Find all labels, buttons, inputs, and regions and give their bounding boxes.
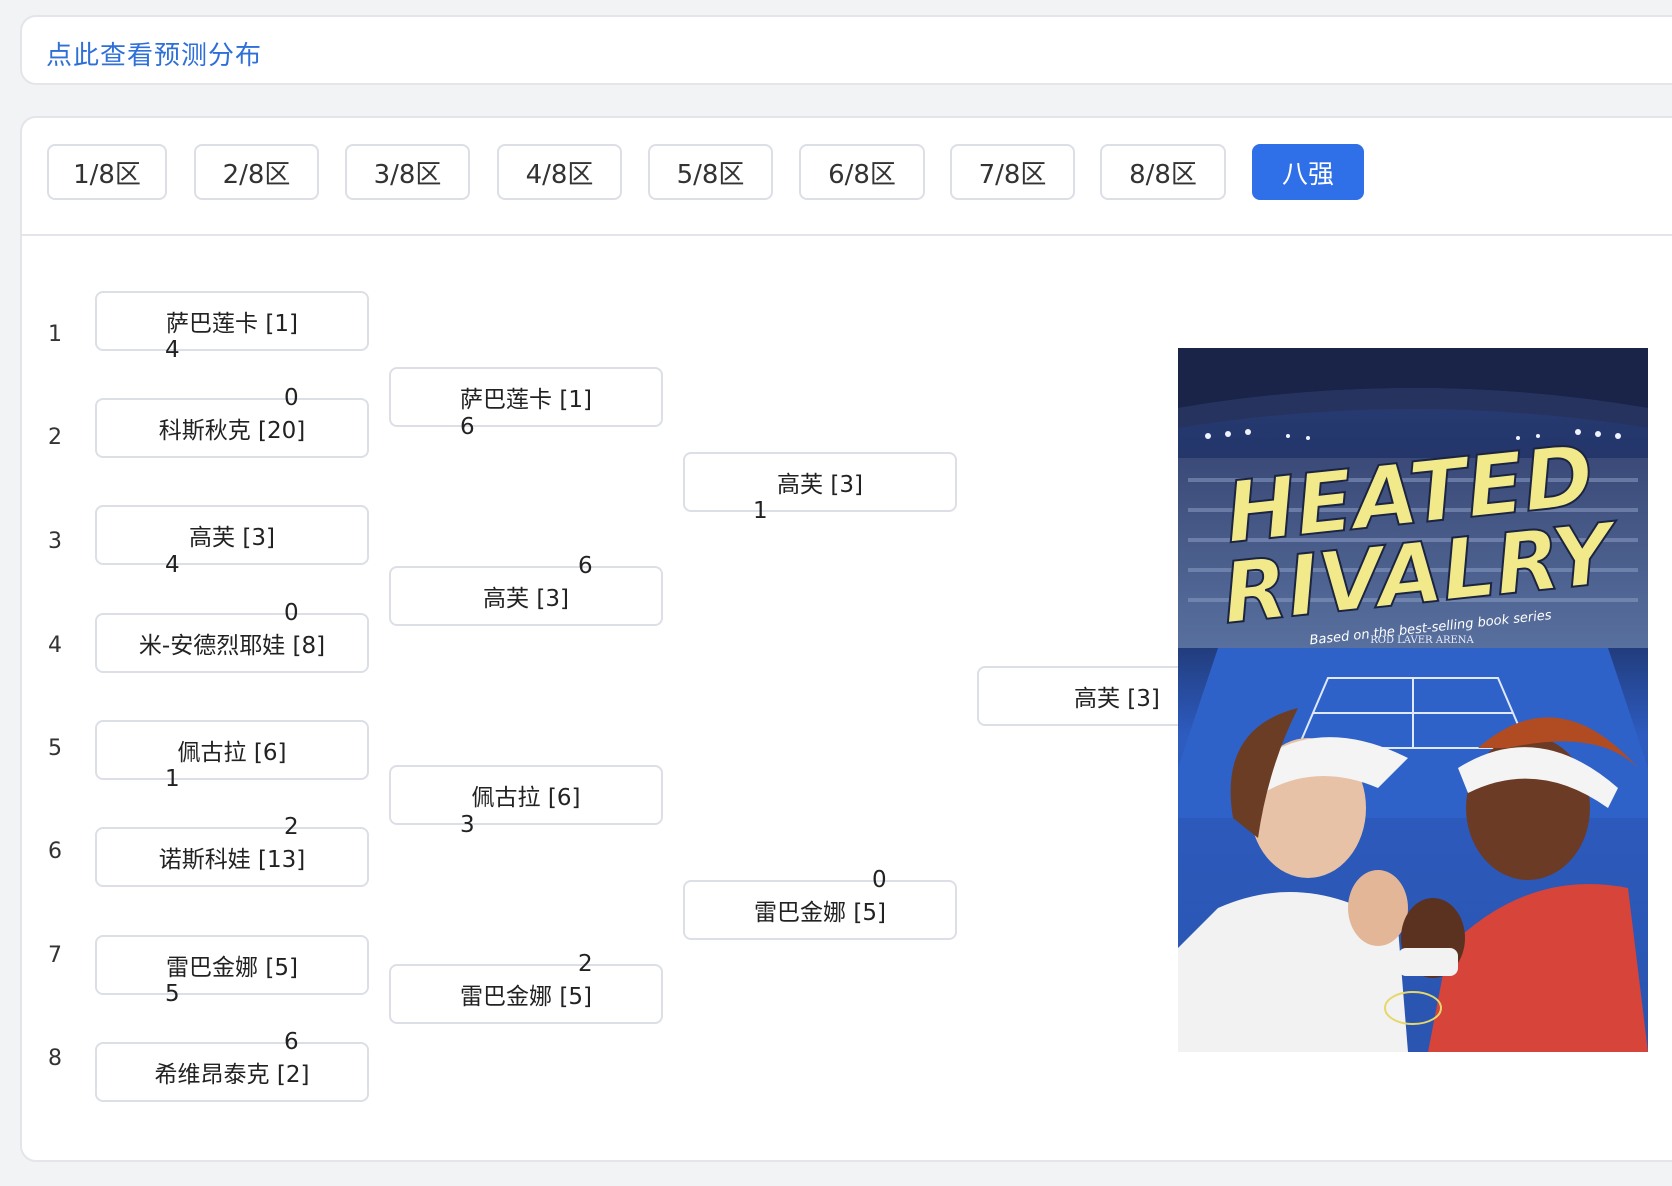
row-number: 4	[48, 633, 62, 658]
tab-section-8[interactable]: 8/8区	[1100, 144, 1226, 200]
score-label: 5	[165, 981, 180, 1007]
tab-section-3[interactable]: 3/8区	[345, 144, 470, 200]
prediction-link-card: 点此查看预测分布	[20, 15, 1672, 85]
score-label: 4	[165, 552, 180, 578]
tab-section-4[interactable]: 4/8区	[497, 144, 622, 200]
score-label: 0	[284, 600, 299, 626]
heated-rivalry-poster: HEATED RIVALRY Based on the best-selling…	[1178, 348, 1648, 1052]
tab-section-7[interactable]: 7/8区	[950, 144, 1075, 200]
tab-section-6[interactable]: 6/8区	[799, 144, 925, 200]
row-number: 5	[48, 736, 62, 761]
score-label: 4	[165, 337, 180, 363]
row-number: 6	[48, 839, 62, 864]
tab-section-1[interactable]: 1/8区	[47, 144, 167, 200]
score-label: 1	[753, 498, 768, 524]
view-prediction-link[interactable]: 点此查看预测分布	[46, 35, 262, 72]
round2-slot-4[interactable]: 雷巴金娜 [5]	[389, 964, 663, 1024]
round1-slot-5[interactable]: 佩古拉 [6]	[95, 720, 369, 780]
round1-slot-6[interactable]: 诺斯科娃 [13]	[95, 827, 369, 887]
score-label: 0	[872, 867, 887, 893]
score-label: 6	[460, 414, 475, 440]
section-tabs: 1/8区 2/8区 3/8区 4/8区 5/8区 6/8区 7/8区 8/8区 …	[22, 118, 1672, 236]
score-label: 1	[165, 766, 180, 792]
tab-section-2[interactable]: 2/8区	[194, 144, 319, 200]
round2-slot-3[interactable]: 佩古拉 [6]	[389, 765, 663, 825]
final-slot[interactable]: 高芙 [3]	[977, 666, 1197, 726]
row-number: 7	[48, 943, 62, 968]
svg-text:ROD LAVER ARENA: ROD LAVER ARENA	[1370, 635, 1474, 646]
score-label: 3	[460, 812, 475, 838]
score-label: 2	[284, 814, 299, 840]
tab-section-5[interactable]: 5/8区	[648, 144, 773, 200]
round1-slot-1[interactable]: 萨巴莲卡 [1]	[95, 291, 369, 351]
round3-slot-1[interactable]: 高芙 [3]	[683, 452, 957, 512]
score-label: 0	[284, 385, 299, 411]
score-label: 6	[284, 1029, 299, 1055]
score-label: 6	[578, 553, 593, 579]
row-number: 2	[48, 425, 62, 450]
poster-artwork: HEATED RIVALRY Based on the best-selling…	[1178, 348, 1648, 1052]
round1-slot-8[interactable]: 希维昂泰克 [2]	[95, 1042, 369, 1102]
round2-slot-2[interactable]: 高芙 [3]	[389, 566, 663, 626]
round2-slot-1[interactable]: 萨巴莲卡 [1]	[389, 367, 663, 427]
round3-slot-2[interactable]: 雷巴金娜 [5]	[683, 880, 957, 940]
row-number: 3	[48, 529, 62, 554]
score-label: 2	[578, 951, 593, 977]
round1-slot-3[interactable]: 高芙 [3]	[95, 505, 369, 565]
round1-slot-4[interactable]: 米-安德烈耶娃 [8]	[95, 613, 369, 673]
tab-quarterfinals[interactable]: 八强	[1252, 144, 1364, 200]
round1-slot-2[interactable]: 科斯秋克 [20]	[95, 398, 369, 458]
row-number: 8	[48, 1046, 62, 1071]
round1-slot-7[interactable]: 雷巴金娜 [5]	[95, 935, 369, 995]
row-number: 1	[48, 322, 62, 347]
